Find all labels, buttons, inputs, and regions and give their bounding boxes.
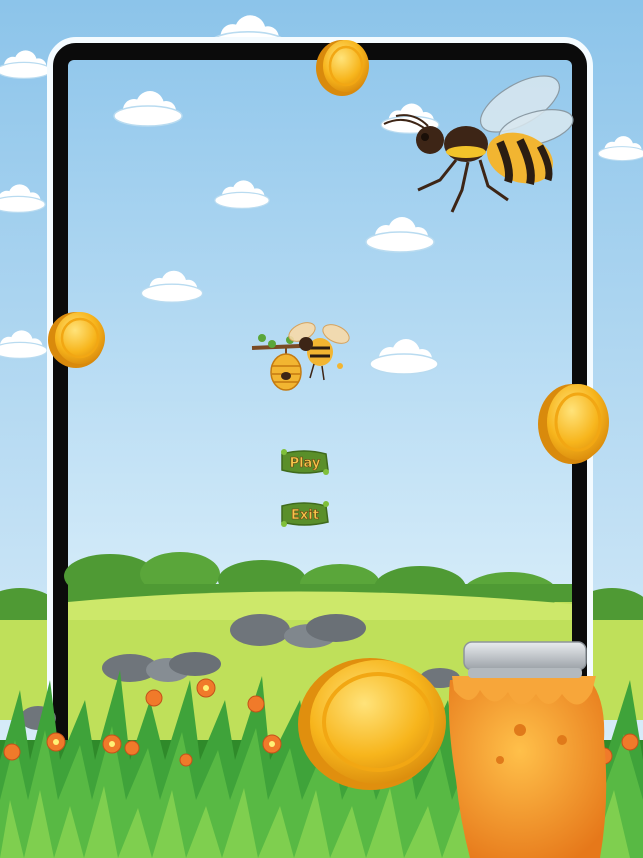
play-button-label: Play	[290, 456, 321, 471]
exit-button[interactable]: Exit	[281, 501, 329, 527]
play-button[interactable]: Play	[281, 449, 329, 475]
game-scene: Play Exit	[0, 0, 643, 858]
exit-button-label: Exit	[291, 508, 319, 523]
